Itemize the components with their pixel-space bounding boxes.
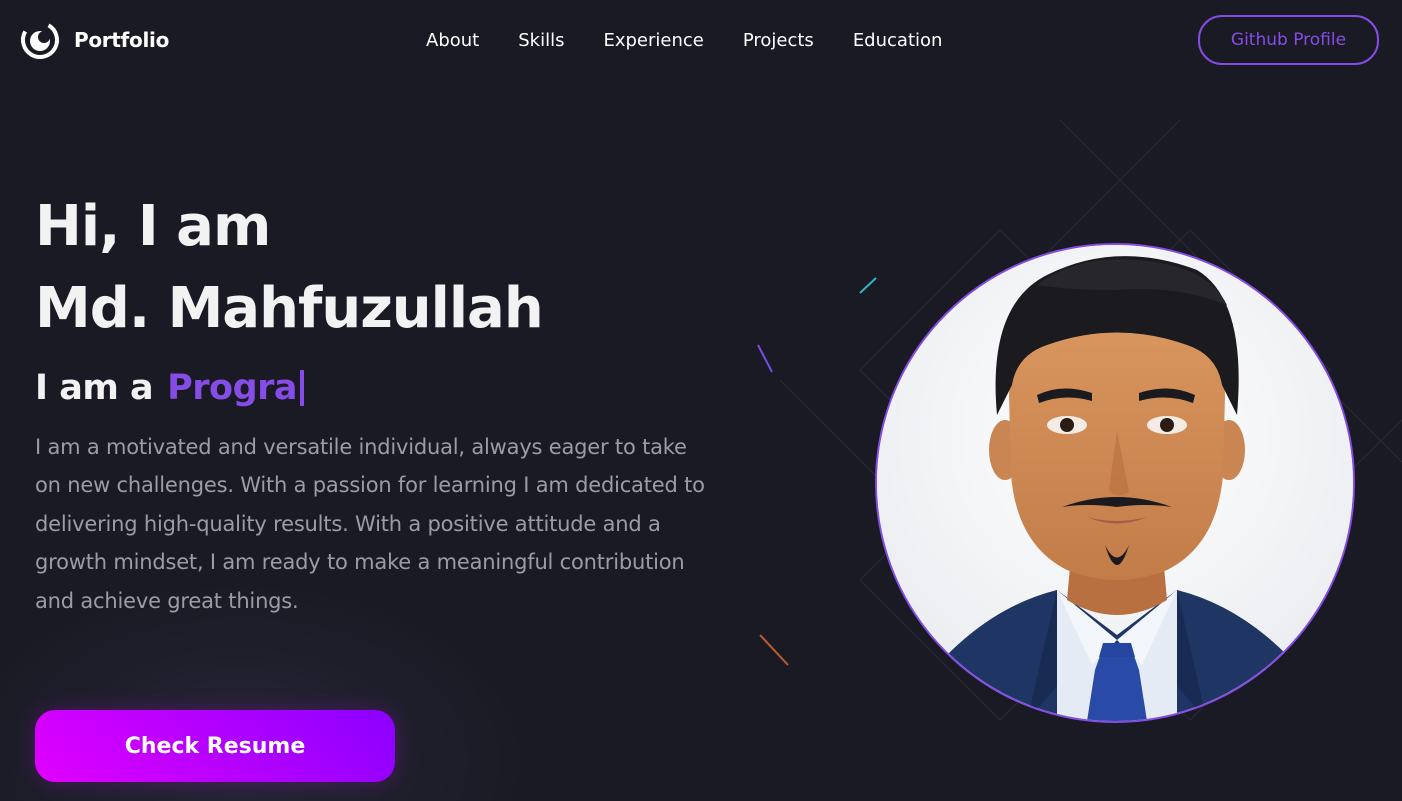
hero-title: Hi, I am Md. Mahfuzullah xyxy=(35,186,544,350)
nav-link-education[interactable]: Education xyxy=(853,28,943,54)
profile-photo xyxy=(875,243,1355,723)
typing-cursor xyxy=(300,370,304,406)
portfolio-logo-icon xyxy=(21,21,59,59)
brand[interactable]: Portfolio xyxy=(20,19,169,61)
hero-greeting: Hi, I am xyxy=(35,194,271,259)
portfolio-page: Portfolio About Skills Experience Projec… xyxy=(0,0,1402,801)
nav-links: About Skills Experience Projects Educati… xyxy=(426,28,942,54)
role-prefix: I am a xyxy=(35,368,154,408)
brand-name: Portfolio xyxy=(74,28,170,52)
nav-link-experience[interactable]: Experience xyxy=(603,28,703,54)
role-typed-text: Progra xyxy=(167,368,297,408)
profile-portrait-illustration xyxy=(877,245,1353,721)
nav-link-about[interactable]: About xyxy=(426,28,479,54)
meteor-purple xyxy=(757,344,773,373)
hero-name: Md. Mahfuzullah xyxy=(35,276,544,341)
hero-description: I am a motivated and versatile individua… xyxy=(35,435,705,613)
meteor-cyan xyxy=(859,277,877,294)
meteor-orange xyxy=(759,634,789,666)
nav-link-skills[interactable]: Skills xyxy=(518,28,564,54)
hero-role: I am a Progra xyxy=(35,364,304,412)
navbar: Portfolio About Skills Experience Projec… xyxy=(0,0,1402,80)
nav-link-projects[interactable]: Projects xyxy=(743,28,814,54)
github-profile-button[interactable]: Github Profile xyxy=(1198,15,1379,65)
check-resume-button[interactable]: Check Resume xyxy=(35,710,395,782)
